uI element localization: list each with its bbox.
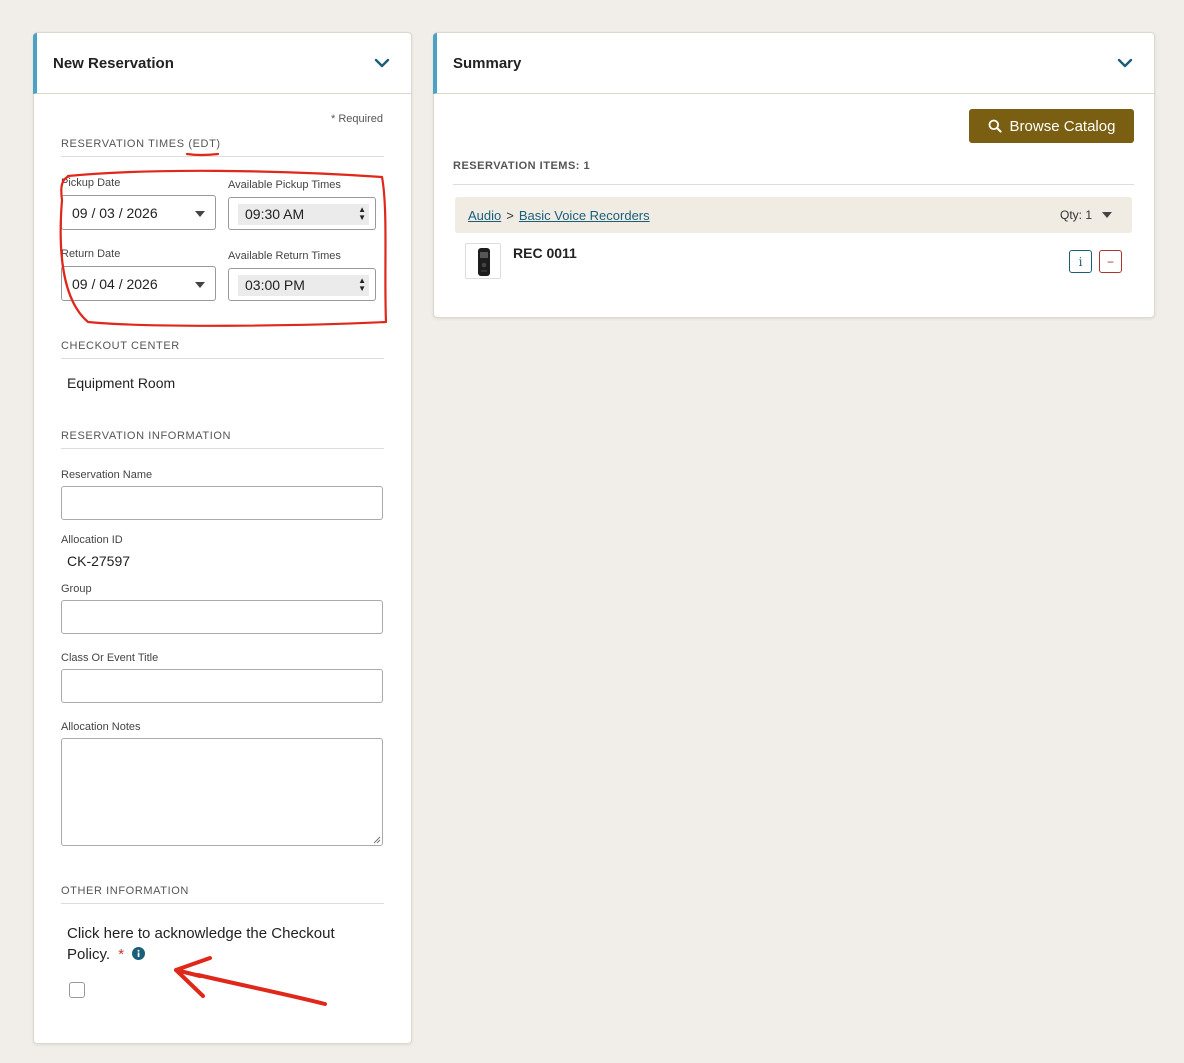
panel-title: New Reservation (53, 54, 174, 72)
pickup-date-value: 09 / 03 / 2026 (72, 204, 158, 221)
category-row: Audio > Basic Voice Recorders Qty: 1 (455, 197, 1132, 233)
policy-line-2: Policy. (67, 946, 111, 963)
caret-down-icon (195, 211, 205, 217)
new-reservation-header[interactable]: New Reservation (33, 33, 411, 94)
allocation-id-label: Allocation ID (61, 534, 123, 546)
browse-catalog-button[interactable]: Browse Catalog (969, 109, 1134, 143)
info-icon: i (1078, 254, 1083, 269)
return-time-select[interactable]: 03:00 PM ▲ ▼ (228, 268, 376, 301)
group-input[interactable] (61, 600, 383, 634)
category-link-audio[interactable]: Audio (468, 208, 501, 223)
return-date-select[interactable]: 09 / 04 / 2026 (61, 266, 216, 301)
required-note: * Required (331, 113, 383, 125)
allocation-id-value: CK-27597 (67, 553, 131, 569)
times-title-prefix: RESERVATION TIMES ( (61, 138, 193, 150)
pickup-time-label: Available Pickup Times (228, 179, 341, 191)
return-date-value: 09 / 04 / 2026 (72, 275, 158, 292)
return-time-value: 03:00 PM (245, 277, 305, 293)
summary-panel: Summary Browse Catalog RESERVATION ITEMS… (433, 32, 1155, 318)
item-thumbnail (465, 243, 501, 279)
pickup-time-select[interactable]: 09:30 AM ▲ ▼ (228, 197, 376, 230)
pickup-date-select[interactable]: 09 / 03 / 2026 (61, 195, 216, 230)
reservation-name-label: Reservation Name (61, 469, 153, 481)
class-title-label: Class Or Event Title (61, 652, 159, 664)
chevron-down-icon[interactable] (373, 54, 391, 72)
qty-label: Qty: 1 (1059, 208, 1092, 222)
required-star: * (118, 946, 125, 963)
reservation-items-title: RESERVATION ITEMS: 1 (453, 160, 1134, 185)
pickup-time-value: 09:30 AM (245, 206, 305, 222)
caret-down-icon (195, 282, 205, 288)
policy-line-2-row: Policy. * (67, 944, 335, 965)
timezone-label: EDT (192, 138, 217, 150)
allocation-notes-label: Allocation Notes (61, 721, 141, 733)
return-time-label: Available Return Times (228, 250, 341, 262)
breadcrumb-separator: > (506, 207, 514, 223)
pickup-date-label: Pickup Date (61, 177, 121, 189)
summary-header[interactable]: Summary (433, 33, 1154, 94)
allocation-notes-textarea[interactable] (61, 738, 383, 846)
new-reservation-panel: New Reservation * Required RESERVATION T… (33, 32, 412, 1044)
item-info-button[interactable]: i (1069, 250, 1092, 273)
checkout-center-title: CHECKOUT CENTER (61, 340, 384, 359)
chevron-down-icon[interactable] (1116, 54, 1134, 72)
reservation-information-title: RESERVATION INFORMATION (61, 430, 384, 449)
spinner-icon: ▲ ▼ (358, 276, 366, 293)
caret-down-icon[interactable] (1102, 212, 1112, 218)
policy-line-1: Click here to acknowledge the Checkout (67, 925, 335, 942)
other-information-title: OTHER INFORMATION (61, 885, 384, 904)
resize-handle-icon[interactable] (371, 834, 381, 844)
checkout-policy-text[interactable]: Click here to acknowledge the Checkout P… (67, 923, 335, 965)
checkout-center-value: Equipment Room (67, 375, 176, 391)
reservation-times-title: RESERVATION TIMES (EDT) (61, 138, 384, 157)
info-circle-icon[interactable] (132, 947, 146, 960)
spinner-icon: ▲ ▼ (358, 205, 366, 222)
return-date-label: Return Date (61, 248, 121, 260)
times-title-suffix: ) (216, 138, 221, 150)
policy-acknowledge-checkbox[interactable] (69, 982, 85, 998)
browse-catalog-label: Browse Catalog (1009, 117, 1116, 135)
voice-recorder-image (478, 248, 490, 276)
reservation-name-input[interactable] (61, 486, 383, 520)
minus-icon: − (1106, 254, 1114, 269)
summary-title: Summary (453, 54, 522, 72)
class-title-input[interactable] (61, 669, 383, 703)
item-name: REC 0011 (513, 245, 577, 261)
search-icon (988, 119, 1002, 133)
group-label: Group (61, 583, 92, 595)
remove-item-button[interactable]: − (1099, 250, 1122, 273)
category-link-voice-recorders[interactable]: Basic Voice Recorders (519, 208, 650, 223)
